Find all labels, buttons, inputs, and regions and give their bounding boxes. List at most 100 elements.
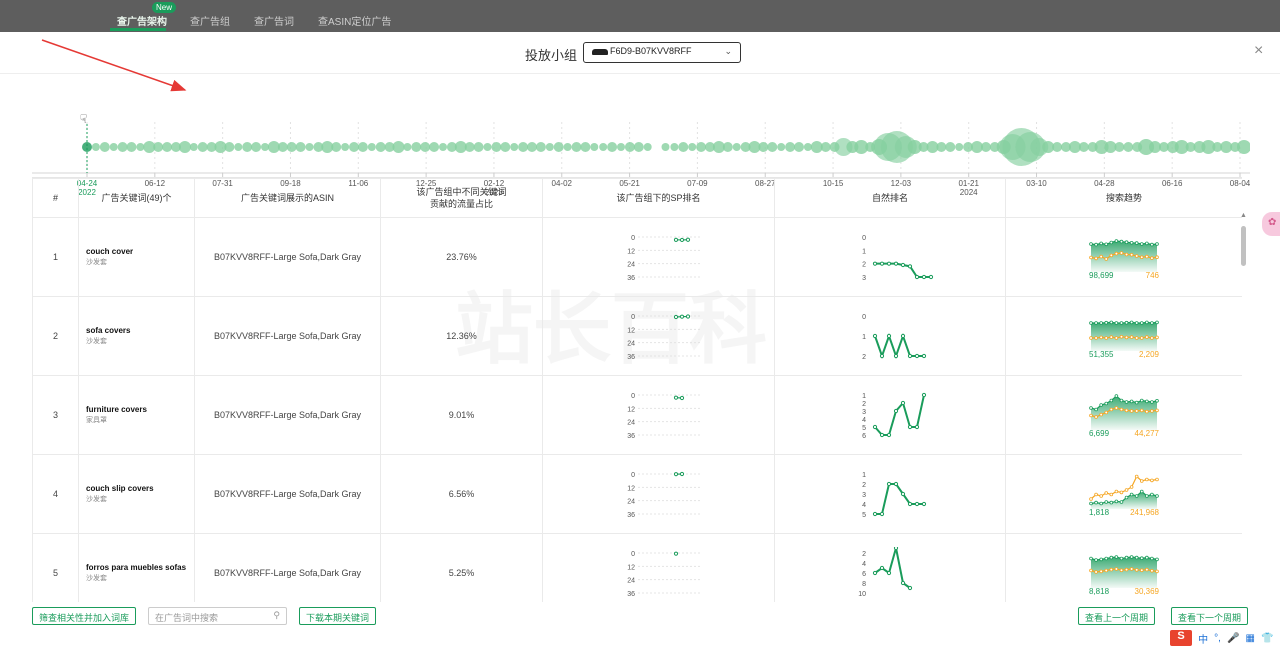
timeline-bubble[interactable] (189, 143, 198, 151)
keyword-cell[interactable]: couch slip covers 沙发套 (78, 454, 195, 534)
timeline-bubble[interactable] (251, 142, 262, 152)
timeline-bubble[interactable] (527, 142, 537, 152)
timeline-bubble[interactable] (590, 143, 599, 151)
timeline-bubble[interactable] (153, 142, 164, 152)
keyword-search-input[interactable]: 在广告词中搜索 ⚲ (148, 607, 287, 625)
timeline-bubble[interactable] (767, 142, 778, 152)
keyword-cell[interactable]: couch cover 沙发套 (78, 217, 195, 297)
timeline-bubble[interactable] (722, 142, 733, 152)
timeline-bubble[interactable] (420, 142, 431, 152)
ime-punctuation[interactable]: °, (1214, 633, 1221, 644)
scrollbar-thumb[interactable] (1241, 226, 1246, 266)
keyword-text[interactable]: forros para muebles sofas (86, 563, 194, 572)
timeline-bubble[interactable] (117, 142, 128, 152)
timeline-bubble[interactable] (242, 142, 253, 152)
timeline-bubble[interactable] (980, 142, 991, 152)
timeline-bubble[interactable] (411, 142, 422, 152)
timeline-bubble[interactable] (1078, 142, 1089, 152)
timeline-bubble[interactable] (955, 143, 964, 151)
timeline-bubble[interactable] (491, 142, 502, 152)
timeline-bubble[interactable] (936, 142, 947, 152)
timeline-bubble[interactable] (553, 142, 564, 152)
timeline-bubble[interactable] (678, 142, 689, 152)
timeline-bubble[interactable] (643, 143, 652, 151)
timeline-bubble[interactable] (624, 142, 635, 152)
timeline-bubble[interactable] (803, 143, 812, 151)
timeline-bubble[interactable] (633, 142, 644, 152)
timeline-bubble[interactable] (429, 142, 440, 152)
timeline-bubble[interactable] (295, 142, 306, 152)
timeline-bubble[interactable] (234, 143, 243, 151)
microphone-icon[interactable]: 🎤 (1227, 633, 1239, 644)
timeline-bubble[interactable] (580, 142, 591, 152)
timeline-bubble[interactable] (945, 142, 956, 152)
timeline-bubble[interactable] (464, 142, 475, 152)
timeline-bubble[interactable] (483, 143, 492, 151)
timeline-bubble[interactable] (82, 142, 92, 152)
timeline-bubble[interactable] (1052, 142, 1063, 152)
timeline-bubble[interactable] (617, 143, 625, 151)
timeline-bubble[interactable] (670, 143, 679, 151)
filter-add-to-lexicon-button[interactable]: 筛查相关性并加入词库 (32, 607, 137, 625)
bg-tab-ad-keyword[interactable]: 查广告词 (254, 13, 294, 28)
bg-tab-asin-ad[interactable]: 查ASIN定位广告 (318, 13, 391, 28)
timeline-bubble[interactable] (758, 142, 769, 152)
timeline-bubble[interactable] (535, 142, 546, 152)
timeline-bubble[interactable] (349, 142, 359, 152)
keyword-cell[interactable]: forros para muebles sofas 沙发套 (78, 533, 195, 602)
timeline-bubble[interactable] (500, 142, 511, 152)
timeline-bubble[interactable] (126, 142, 137, 152)
timeline-bubble[interactable] (607, 142, 618, 152)
group-select[interactable]: F6D9-B07KVV8RFF ⌄ (583, 42, 741, 63)
timeline-bubble[interactable] (224, 142, 235, 152)
download-keywords-button[interactable]: 下载本期关键词 (299, 607, 377, 625)
table-row[interactable]: 3 furniture covers 家具罩 B07KVV8RFF-Large … (32, 375, 1242, 455)
timeline-bubble[interactable] (392, 141, 405, 153)
timeline-bubble[interactable] (403, 143, 412, 151)
table-row[interactable]: 4 couch slip covers 沙发套 B07KVV8RFF-Large… (32, 454, 1242, 534)
table-row[interactable]: 2 sofa covers 沙发套 B07KVV8RFF-Large Sofa,… (32, 296, 1242, 376)
keyword-text[interactable]: furniture covers (86, 405, 194, 414)
timeline-bubble[interactable] (510, 143, 519, 151)
timeline-bubble[interactable] (688, 143, 697, 151)
keyword-cell[interactable]: sofa covers 沙发套 (78, 296, 195, 376)
timeline-bubble[interactable] (286, 142, 297, 152)
scroll-up-icon[interactable]: ▲ (1240, 212, 1247, 219)
timeline-bubble[interactable] (305, 143, 314, 151)
keyword-text[interactable]: couch slip covers (86, 484, 194, 493)
pin-icon[interactable]: ☟ (80, 112, 87, 126)
timeline-bubble[interactable] (1237, 140, 1250, 154)
timeline-bubble[interactable] (99, 142, 110, 152)
timeline-bubble[interactable] (375, 142, 386, 152)
timeline-bubble[interactable] (518, 142, 529, 152)
keyword-text[interactable]: sofa covers (86, 326, 194, 335)
timeline-bubble[interactable] (277, 142, 288, 152)
timeline-bubble[interactable] (197, 142, 208, 152)
timeline-bubble[interactable] (696, 142, 707, 152)
timeline-bubble[interactable] (109, 143, 118, 151)
timeline-bubble[interactable] (732, 143, 741, 151)
timeline-bubble[interactable] (820, 142, 831, 152)
timeline-bubble[interactable] (136, 143, 145, 151)
timeline-bubble[interactable] (1114, 142, 1125, 152)
timeline-bubble[interactable] (661, 143, 670, 151)
keyword-text[interactable]: couch cover (86, 247, 194, 256)
timeline-bubble[interactable] (261, 143, 269, 151)
timeline-bubble[interactable] (785, 142, 796, 152)
table-row[interactable]: 1 couch cover 沙发套 B07KVV8RFF-Large Sofa,… (32, 217, 1242, 297)
timeline-bubble[interactable] (162, 142, 173, 152)
timeline-bubble[interactable] (794, 142, 804, 152)
table-row[interactable]: 5 forros para muebles sofas 沙发套 B07KVV8R… (32, 533, 1242, 602)
ime-chinese-mode[interactable]: 中 (1198, 631, 1208, 646)
search-icon[interactable]: ⚲ (273, 610, 280, 621)
timeline-bubble[interactable] (571, 142, 582, 152)
timeline-bubble[interactable] (367, 143, 376, 151)
next-period-button[interactable]: 查看下一个周期 (1171, 607, 1249, 625)
timeline-bubble[interactable] (545, 143, 554, 151)
timeline-bubble[interactable] (91, 143, 100, 151)
timeline-bubble[interactable] (1123, 142, 1134, 152)
timeline-bubble[interactable] (777, 143, 786, 151)
timeline-bubble[interactable] (439, 143, 447, 151)
close-icon[interactable]: × (1254, 42, 1263, 60)
timeline-bubble[interactable] (599, 143, 608, 151)
